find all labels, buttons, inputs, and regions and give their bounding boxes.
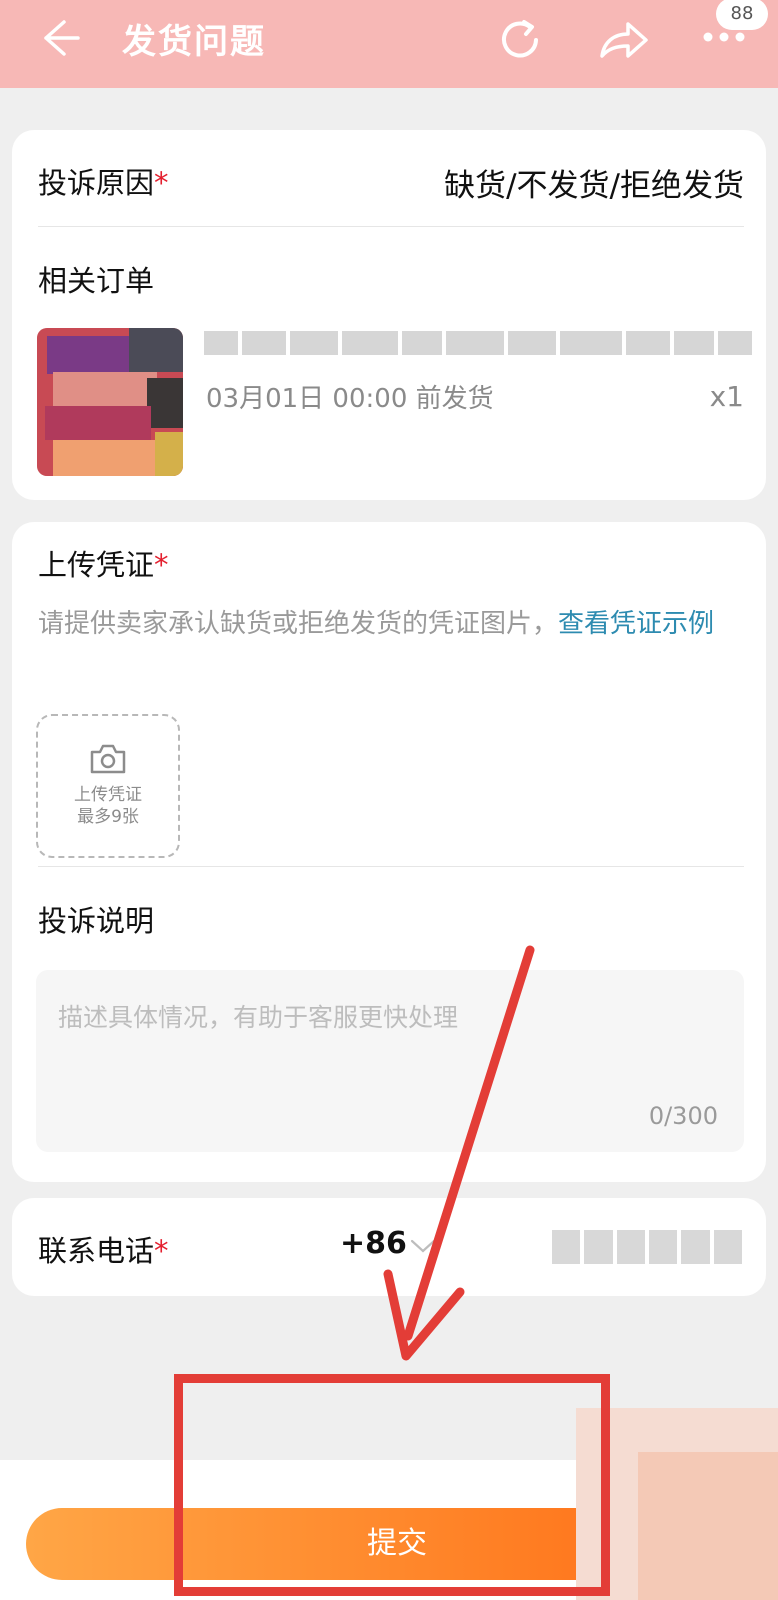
reason-label: 投诉原因* — [38, 160, 169, 202]
order-quantity: x1 — [709, 380, 744, 413]
view-example-link[interactable]: 查看凭证示例 — [558, 609, 714, 639]
evidence-label-text: 上传凭证 — [38, 548, 155, 582]
divider — [38, 866, 744, 867]
share-icon[interactable] — [596, 16, 650, 64]
reason-value[interactable]: 缺货/不发货/拒绝发货 — [444, 160, 744, 205]
page-title: 发货问题 — [122, 22, 266, 62]
reason-label-text: 投诉原因 — [38, 166, 155, 200]
order-ship-info: 03月01日 00:00 前发货 — [206, 384, 494, 414]
order-section-label: 相关订单 — [38, 264, 155, 298]
annotation-highlight-box — [174, 1374, 610, 1596]
evidence-label: 上传凭证* — [38, 542, 169, 584]
order-product-name-blurred — [204, 326, 752, 360]
evidence-hint: 请提供卖家承认缺货或拒绝发货的凭证图片，查看凭证示例 — [38, 604, 738, 644]
description-label: 投诉说明 — [38, 904, 155, 938]
refresh-icon[interactable] — [494, 14, 546, 66]
upload-label-line2: 最多9张 — [77, 807, 139, 827]
phone-label-text: 联系电话 — [38, 1234, 155, 1268]
upload-label-line1: 上传凭证 — [74, 785, 142, 805]
evidence-hint-text: 请提供卖家承认缺货或拒绝发货的凭证图片， — [38, 609, 559, 639]
upload-evidence-button[interactable]: 上传凭证 最多9张 — [36, 714, 180, 858]
required-mark: * — [154, 1234, 169, 1268]
required-mark: * — [154, 166, 169, 200]
top-nav-bar: 发货问题 88 — [0, 0, 778, 88]
complaint-info-card: 投诉原因* 缺货/不发货/拒绝发货 相关订单 03月01日 00:00 前发货 … — [12, 130, 766, 500]
phone-number-input-blurred[interactable] — [552, 1230, 742, 1264]
annotation-arrow — [383, 945, 535, 1361]
order-product-thumbnail[interactable] — [37, 328, 183, 476]
arrow-left-icon[interactable] — [34, 14, 82, 62]
camera-icon — [90, 744, 126, 774]
required-mark: * — [154, 548, 169, 582]
message-count-badge: 88 — [716, 0, 768, 30]
char-counter: 0/300 — [648, 1102, 718, 1130]
phone-label: 联系电话* — [38, 1228, 169, 1270]
divider — [38, 226, 744, 227]
mosaic-overlay — [638, 1452, 778, 1600]
